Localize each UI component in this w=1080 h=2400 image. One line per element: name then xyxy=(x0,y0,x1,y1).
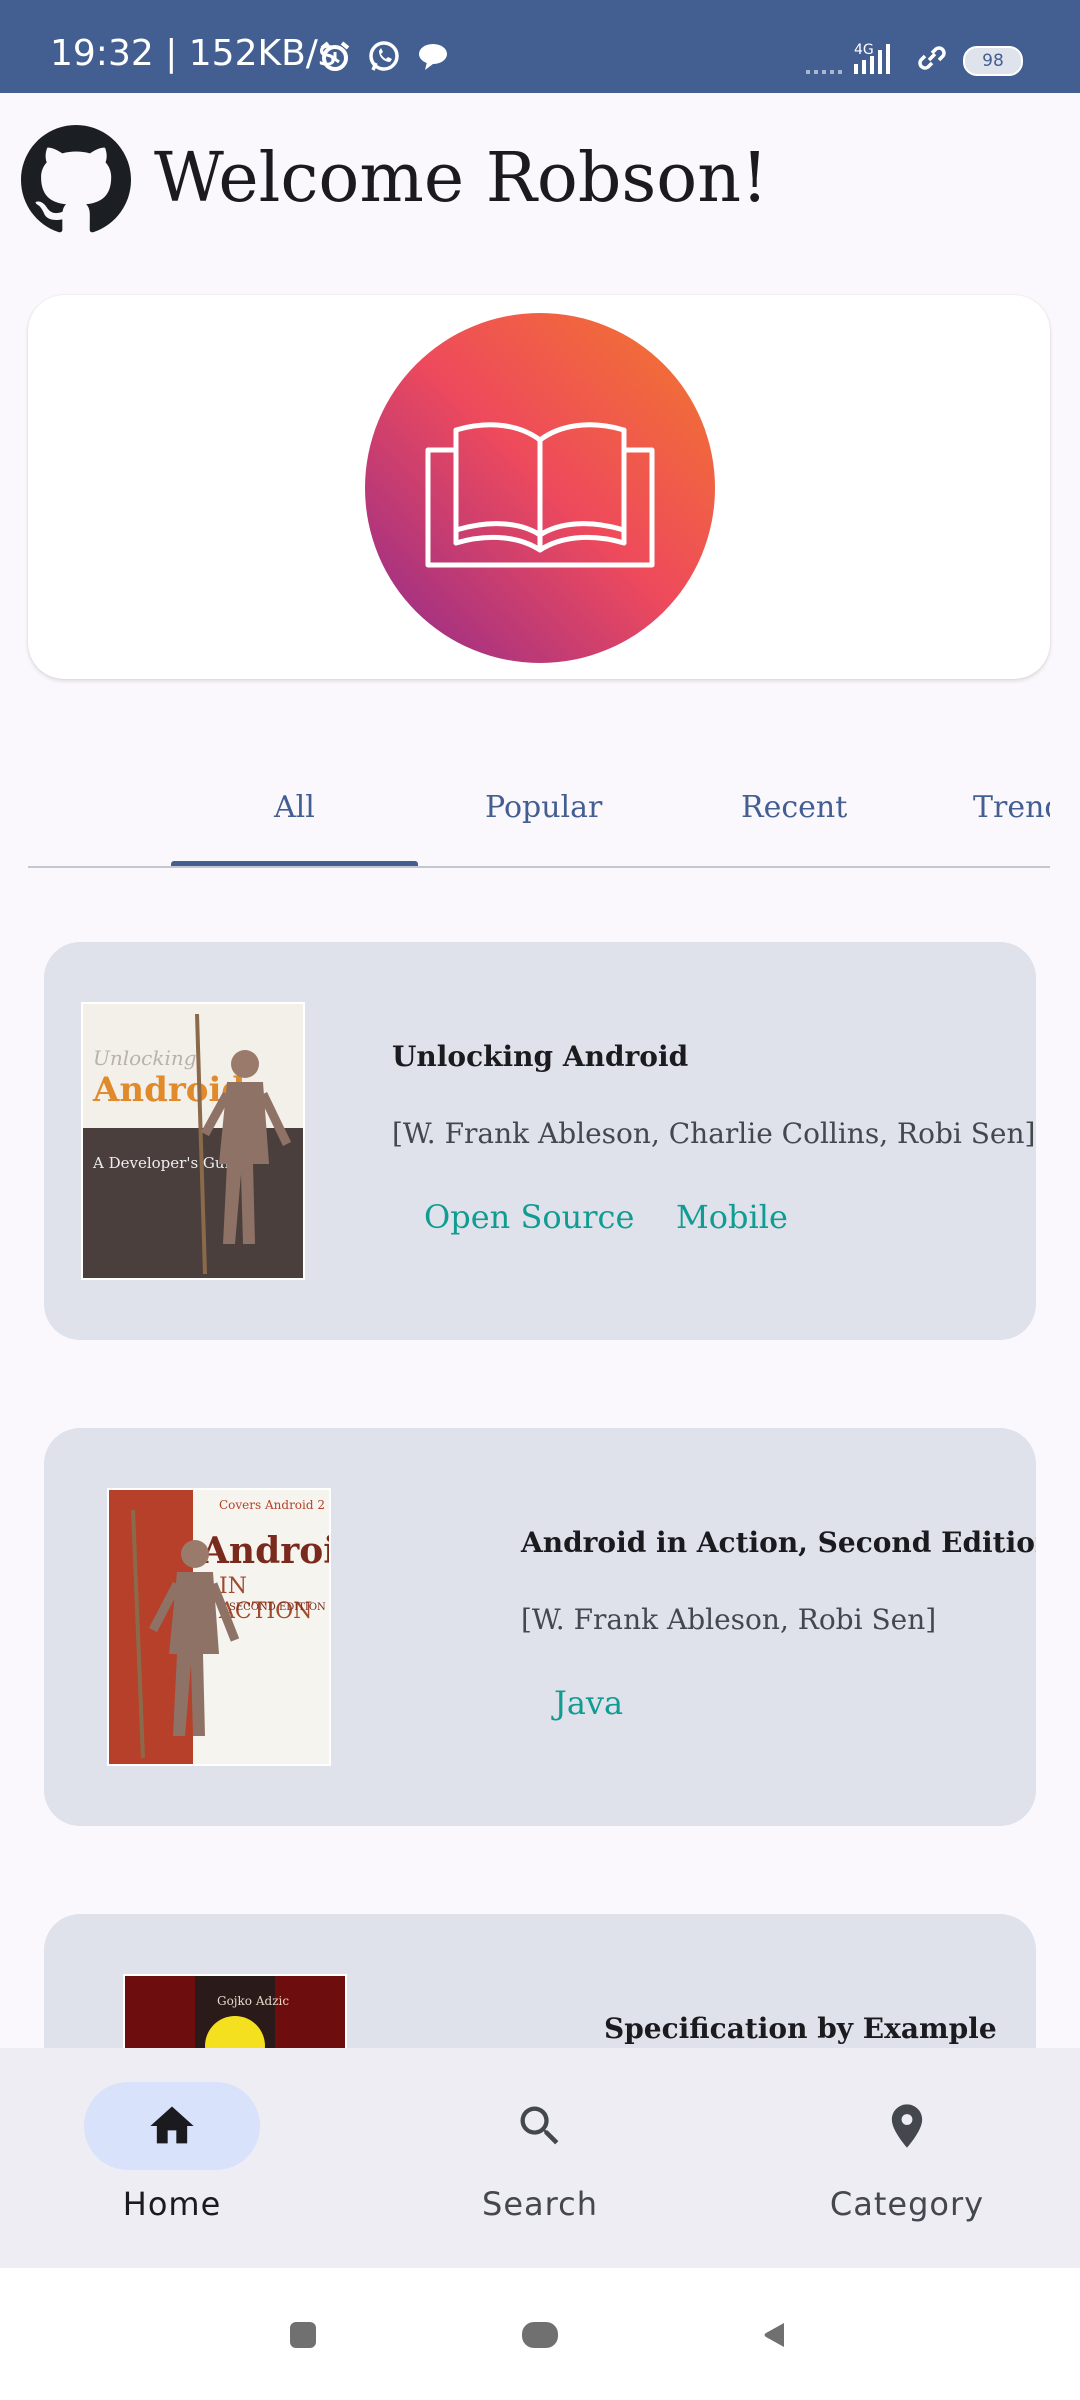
cover-figure-illustration xyxy=(131,1509,240,1759)
home-button[interactable] xyxy=(522,2322,558,2348)
tab-all[interactable]: All xyxy=(274,790,315,825)
open-book-icon xyxy=(425,422,655,568)
tag-java[interactable]: Java xyxy=(554,1684,623,1722)
home-icon xyxy=(150,2106,194,2144)
system-navigation-bar xyxy=(0,2268,1080,2400)
welcome-title: Welcome Robson! xyxy=(154,139,769,218)
tab-trending[interactable]: Trending xyxy=(973,790,1050,825)
book-authors: [W. Frank Ableson, Robi Sen] xyxy=(521,1603,937,1636)
network-label: 4G xyxy=(854,42,874,58)
github-icon xyxy=(21,125,131,233)
recents-button[interactable] xyxy=(290,2322,316,2348)
cover-figure-illustration xyxy=(195,1013,292,1275)
alarm-icon xyxy=(320,41,350,71)
nav-label-home: Home xyxy=(122,2185,222,2223)
book-title: Unlocking Android xyxy=(392,1040,689,1073)
book-authors: [W. Frank Ableson, Charlie Collins, Robi… xyxy=(392,1117,1036,1150)
cover-text: Gojko Adzic xyxy=(217,1994,290,2008)
chat-bubble-icon xyxy=(419,44,447,70)
status-time-speed: 19:32 | 152KB/s xyxy=(50,33,337,74)
tab-row: All Popular Recent Trending xyxy=(28,760,1050,868)
search-icon xyxy=(520,2106,559,2145)
nav-search[interactable]: Search xyxy=(420,2048,660,2268)
tag-mobile[interactable]: Mobile xyxy=(676,1198,788,1236)
book-card-unlocking-android[interactable]: Unlocking Android A Developer's Guide Un… xyxy=(44,942,1036,1340)
tag-open-source[interactable]: Open Source xyxy=(424,1198,634,1236)
tab-popular[interactable]: Popular xyxy=(485,790,602,825)
location-pin-icon xyxy=(891,2104,923,2148)
whatsapp-icon xyxy=(369,41,399,71)
nav-label-search: Search xyxy=(482,2185,598,2223)
book-card-android-in-action[interactable]: Covers Android 2 Android IN ACTION SECON… xyxy=(44,1428,1036,1826)
bottom-navigation: Home Search Category xyxy=(0,2048,1080,2268)
battery-icon: 98 xyxy=(963,46,1023,76)
back-button[interactable] xyxy=(762,2320,788,2350)
signal-icon: 4G xyxy=(806,42,890,74)
cover-text: Unlocking xyxy=(93,1046,197,1070)
book-cover-image: Unlocking Android A Developer's Guide xyxy=(83,1004,303,1278)
nav-home[interactable]: Home xyxy=(52,2048,292,2268)
nav-label-category: Category xyxy=(829,2185,985,2223)
link-icon xyxy=(918,46,946,70)
nav-category[interactable]: Category xyxy=(787,2048,1027,2268)
book-cover-image: Covers Android 2 Android IN ACTION SECON… xyxy=(109,1490,329,1764)
tab-recent[interactable]: Recent xyxy=(741,790,847,825)
status-bar: 19:32 | 152KB/s 4G 98 xyxy=(0,0,1080,93)
book-title: Specification by Example xyxy=(604,2012,997,2045)
tabs-divider xyxy=(28,866,1050,868)
book-title: Android in Action, Second Edition xyxy=(521,1526,1036,1559)
